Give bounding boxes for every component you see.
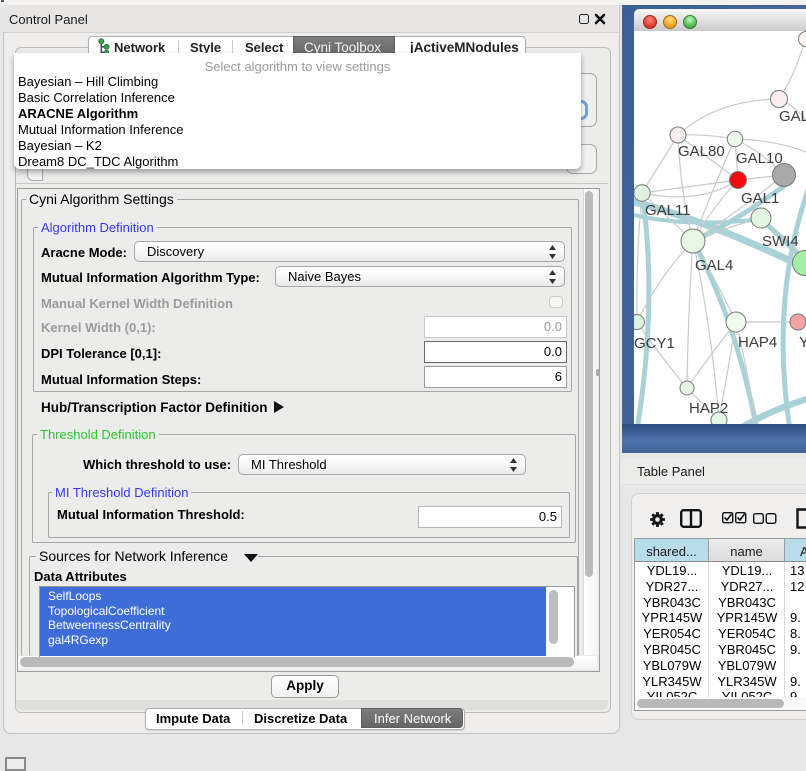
svg-text:GAL11: GAL11 [645, 202, 691, 219]
svg-text:GAL4: GAL4 [695, 257, 733, 274]
svg-text:GAL7: GAL7 [779, 108, 806, 125]
svg-text:GAL10: GAL10 [736, 150, 783, 167]
svg-text:GAL80: GAL80 [678, 143, 725, 160]
svg-text:HAP4: HAP4 [738, 334, 777, 351]
svg-text:SWI4: SWI4 [762, 233, 799, 250]
svg-text:GCY1: GCY1 [634, 335, 675, 352]
svg-text:GAL1: GAL1 [741, 190, 779, 207]
svg-text:HAP2: HAP2 [689, 400, 728, 417]
svg-text:Y: Y [799, 334, 806, 351]
